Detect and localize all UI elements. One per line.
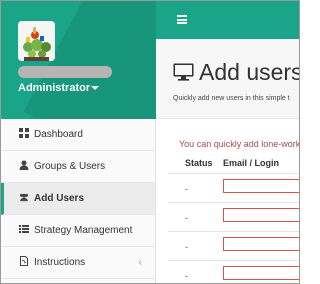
top-navbar <box>156 1 299 39</box>
row-status: - <box>185 271 188 281</box>
row-status: - <box>185 242 188 252</box>
monitor-icon <box>173 63 194 81</box>
info-text: You can quickly add lone-work <box>179 139 300 149</box>
hamburger-icon[interactable] <box>177 15 187 24</box>
sidebar-item-groups-users[interactable]: Groups & Users <box>1 151 155 183</box>
document-icon <box>20 256 28 266</box>
sidebar-item-label: Dashboard <box>34 129 83 140</box>
sidebar-item-instructions[interactable]: Instructions ‹ <box>1 247 155 279</box>
email-input[interactable] <box>223 237 299 251</box>
email-input[interactable] <box>223 208 299 222</box>
table-row: - <box>168 260 299 283</box>
avatar-image <box>18 21 55 61</box>
users-icon <box>20 193 28 202</box>
dashboard-icon <box>19 128 29 138</box>
table-row: - <box>168 173 299 202</box>
sidebar-profile-header: Administrator <box>1 1 156 119</box>
sidebar-item-dashboard[interactable]: Dashboard <box>1 119 155 151</box>
sidebar-item-label: Add Users <box>34 193 85 204</box>
avatar[interactable] <box>18 21 55 61</box>
table-row: - <box>168 231 299 260</box>
sidebar-item-label: Instructions <box>34 257 86 268</box>
sidebar-item-add-users[interactable]: Add Users <box>1 183 155 215</box>
column-header-email: Email / Login <box>223 158 280 168</box>
user-name-redacted <box>18 66 112 78</box>
page-title: Add users <box>199 59 300 85</box>
caret-down-icon <box>91 86 100 91</box>
email-input[interactable] <box>223 266 299 280</box>
app-window: Administrator Dashboard Groups & Users A… <box>0 0 300 284</box>
main-content: Add users Quickly add new users in this … <box>156 39 300 283</box>
list-icon <box>19 225 29 233</box>
sidebar-item-label: Groups & Users <box>34 161 106 172</box>
page-subtitle: Quickly add new users in this simple t <box>173 95 290 102</box>
row-status: - <box>185 184 188 194</box>
email-input[interactable] <box>223 179 299 193</box>
sidebar-menu: Dashboard Groups & Users Add Users Strat… <box>1 119 156 283</box>
table-row: - <box>168 202 299 231</box>
column-header-status: Status <box>185 158 213 168</box>
row-status: - <box>185 213 188 223</box>
sidebar-item-strategy-management[interactable]: Strategy Management <box>1 215 155 247</box>
chevron-left-icon[interactable]: ‹ <box>139 247 142 279</box>
user-role-dropdown[interactable]: Administrator <box>18 82 100 94</box>
page-header: Add users Quickly add new users in this … <box>156 39 300 119</box>
user-icon <box>19 160 29 170</box>
user-role-label: Administrator <box>18 82 91 94</box>
sidebar-item-label: Strategy Management <box>34 225 133 236</box>
